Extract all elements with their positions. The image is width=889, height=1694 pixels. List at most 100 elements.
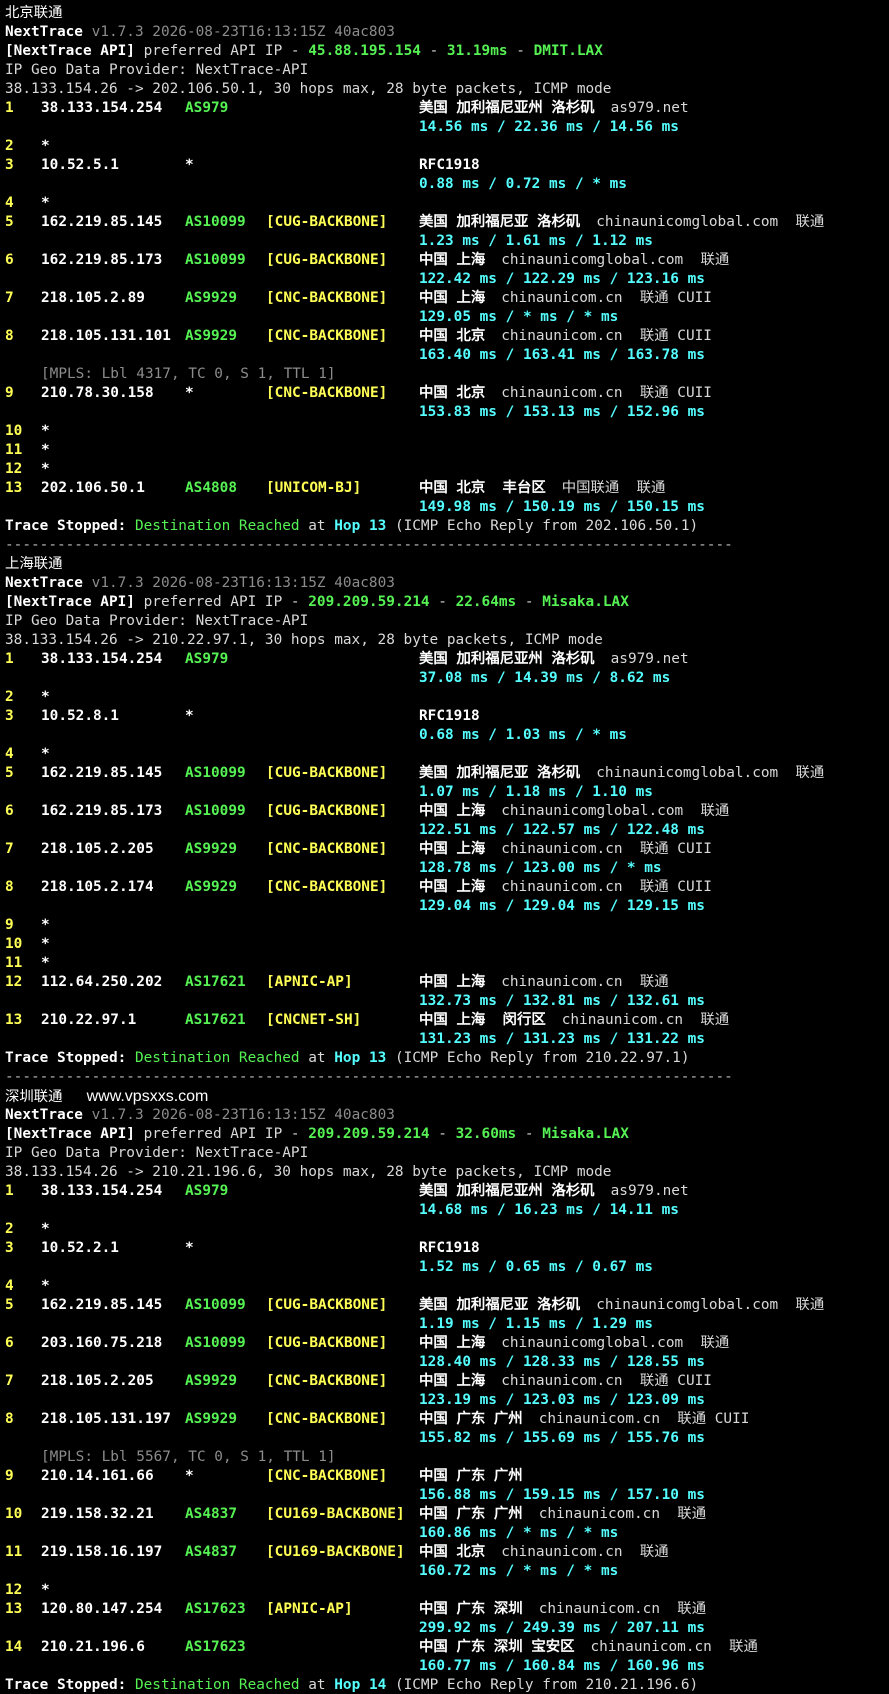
hop-geo-extra: as979.net (610, 1183, 689, 1199)
hop-row: 12 * (5, 460, 889, 479)
separator-line: ----------------------------------------… (5, 1068, 889, 1087)
hop-asn: AS17623 (185, 1639, 246, 1655)
hop-rtt: 122.51 ms / 122.57 ms / 122.48 ms (419, 822, 705, 838)
hop-ip: 38.133.154.254 (41, 1183, 163, 1199)
hop-ip: 218.105.2.205 (41, 841, 154, 857)
hop-number: 11 (5, 1544, 23, 1560)
hop-word: Hop (334, 1050, 361, 1066)
hop-timeout: * (41, 423, 50, 439)
stop-hop-number: 13 (368, 518, 387, 534)
hop-ip: 203.160.75.218 (41, 1335, 163, 1351)
hop-rtt-row: 14.68 ms / 16.23 ms / 14.11 ms (5, 1201, 889, 1220)
hop-asn: AS10099 (185, 214, 246, 230)
api-latency: 32.60ms (455, 1126, 517, 1142)
api-label: preferred API IP (143, 1126, 283, 1142)
trace-target: 38.133.154.26 -> 210.21.196.6, 30 hops m… (5, 1164, 612, 1180)
hop-ip: 210.14.161.66 (41, 1468, 154, 1484)
api-prefix: [NextTrace API] (5, 43, 135, 59)
hop-number: 4 (5, 746, 14, 762)
hop-timeout: * (41, 461, 50, 477)
hop-number: 7 (5, 841, 14, 857)
hop-rtt-row: 153.83 ms / 153.13 ms / 152.96 ms (5, 403, 889, 422)
hop-geo: 美国 加利福尼亚 洛杉矶 (419, 1297, 581, 1313)
hop-rtt-row: 132.73 ms / 132.81 ms / 132.61 ms (5, 992, 889, 1011)
target-line: 38.133.154.26 -> 202.106.50.1, 30 hops m… (5, 80, 889, 99)
hop-ip: 10.52.8.1 (41, 708, 119, 724)
app-version: v1.7.3 2026-08-23T16:13:15Z 40ac803 (91, 575, 395, 591)
terminal-window[interactable]: 北京联通 NextTrace v1.7.3 2026-08-23T16:13:15… (0, 0, 889, 1694)
hop-geo: 中国 上海 (419, 974, 486, 990)
hop-ip: 112.64.250.202 (41, 974, 163, 990)
hop-ip: 162.219.85.173 (41, 803, 163, 819)
hop-rtt: 37.08 ms / 14.39 ms / 8.62 ms (419, 670, 671, 686)
hop-tag: [CNC-BACKBONE] (266, 879, 388, 895)
hop-rtt: 128.78 ms / 123.00 ms / * ms (419, 860, 662, 876)
hop-asn: AS10099 (185, 765, 246, 781)
hop-rtt-row: 131.23 ms / 131.23 ms / 131.22 ms (5, 1030, 889, 1049)
hop-row: 3 10.52.2.1 * RFC1918 (5, 1239, 889, 1258)
trace-title: 上海联通 (5, 556, 63, 572)
hop-row: 13 120.80.147.254 AS17623 [APNIC-AP] 中国 广东 深… (5, 1600, 889, 1619)
hop-number: 10 (5, 423, 23, 439)
api-latency: 31.19ms (446, 43, 508, 59)
hop-rtt: 0.68 ms / 1.03 ms / * ms (419, 727, 627, 743)
hop-rtt-row: 163.40 ms / 163.41 ms / 163.78 ms (5, 346, 889, 365)
hop-row: 3 10.52.5.1 * RFC1918 (5, 156, 889, 175)
trace-title-line: 深圳联通 www.vpsxxs.com (5, 1087, 889, 1106)
hop-rtt: 132.73 ms / 132.81 ms / 132.61 ms (419, 993, 705, 1009)
hop-geo: 中国 上海 (419, 803, 486, 819)
hop-geo-extra: chinaunicom.cn 联通 (538, 1601, 707, 1617)
hop-ip: 202.106.50.1 (41, 480, 145, 496)
hop-number: 11 (5, 955, 23, 971)
hop-ip: 219.158.16.197 (41, 1544, 163, 1560)
hop-tag: [CU169-BACKBONE] (266, 1506, 405, 1522)
hop-tag: [APNIC-AP] (266, 974, 353, 990)
hop-geo: 中国 上海 (419, 1373, 486, 1389)
hop-number: 6 (5, 803, 14, 819)
hop-asn: AS9929 (185, 328, 237, 344)
hop-timeout: * (41, 689, 50, 705)
hop-row: 8 218.105.131.101 AS9929 [CNC-BACKBONE] 中国 北… (5, 327, 889, 346)
hop-number: 1 (5, 651, 14, 667)
hop-row: 13 210.22.97.1 AS17621 [CNCNET-SH] 中国 上海 闵行区… (5, 1011, 889, 1030)
hop-ip: 38.133.154.254 (41, 100, 163, 116)
hop-rtt: 160.77 ms / 160.84 ms / 160.96 ms (419, 1658, 705, 1674)
hop-number: 5 (5, 765, 14, 781)
hop-rtt-row: 0.68 ms / 1.03 ms / * ms (5, 726, 889, 745)
hop-asn: AS9929 (185, 841, 237, 857)
hop-geo-extra: chinaunicomglobal.com 联通 (596, 1297, 825, 1313)
hop-row: 5 162.219.85.145 AS10099 [CUG-BACKBONE] 美国 加… (5, 213, 889, 232)
hop-ip: 218.105.2.89 (41, 290, 145, 306)
hop-row: 11 * (5, 441, 889, 460)
hop-row: 2 * (5, 1220, 889, 1239)
hop-rtt: 129.04 ms / 129.04 ms / 129.15 ms (419, 898, 705, 914)
trace-target: 38.133.154.26 -> 210.22.97.1, 30 hops ma… (5, 632, 603, 648)
stop-detail: (ICMP Echo Reply from 210.21.196.6) (394, 1677, 699, 1693)
hop-asn: * (185, 1468, 194, 1484)
hop-geo-extra: chinaunicomglobal.com 联通 (501, 1335, 730, 1351)
hop-row: 7 218.105.2.89 AS9929 [CNC-BACKBONE] 中国 上海 ch… (5, 289, 889, 308)
api-node: Misaka.LAX (542, 594, 629, 610)
hop-rtt: 163.40 ms / 163.41 ms / 163.78 ms (419, 347, 705, 363)
hop-ip: 10.52.5.1 (41, 157, 119, 173)
hop-number: 12 (5, 974, 23, 990)
hop-rtt: 1.23 ms / 1.61 ms / 1.12 ms (419, 233, 653, 249)
hop-rtt: 149.98 ms / 150.19 ms / 150.15 ms (419, 499, 705, 515)
hop-word: Hop (334, 518, 361, 534)
hop-timeout: * (41, 936, 50, 952)
hop-geo-extra: as979.net (610, 100, 689, 116)
target-line: 38.133.154.26 -> 210.21.196.6, 30 hops m… (5, 1163, 889, 1182)
hop-timeout: * (41, 1582, 50, 1598)
hop-number: 8 (5, 328, 14, 344)
api-line: [NextTrace API] preferred API IP - 209.2… (5, 594, 629, 610)
trace-stopped-label: Trace Stopped: (5, 518, 127, 534)
hop-geo-extra: chinaunicom.cn 联通 CUII (501, 841, 712, 857)
hop-word: Hop (334, 1677, 361, 1693)
app-name: NextTrace (5, 24, 83, 40)
geo-provider-line: IP Geo Data Provider: NextTrace-API (5, 61, 889, 80)
hop-timeout: * (41, 746, 50, 762)
hop-geo-extra: chinaunicom.cn 联通 CUII (501, 1373, 712, 1389)
hop-rtt: 0.88 ms / 0.72 ms / * ms (419, 176, 627, 192)
hop-geo-extra: chinaunicom.cn 联通 (501, 974, 669, 990)
hop-tag: [CNC-BACKBONE] (266, 385, 388, 401)
